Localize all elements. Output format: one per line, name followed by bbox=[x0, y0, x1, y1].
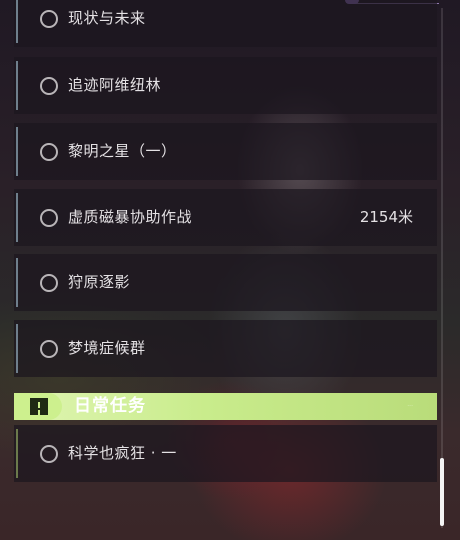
quest-accent-bar bbox=[16, 193, 18, 242]
quest-title: 现状与未来 bbox=[68, 9, 146, 27]
quest-title: 黎明之星（一） bbox=[68, 142, 177, 160]
quest-accent-bar bbox=[16, 61, 18, 110]
quest-status-ring-icon bbox=[40, 9, 58, 28]
scrollbar-track[interactable] bbox=[441, 8, 443, 528]
quest-distance: 2154米 bbox=[359, 208, 413, 226]
section-icon-tab bbox=[14, 393, 62, 420]
quest-item[interactable]: 科学也疯狂 · 一 bbox=[14, 425, 437, 482]
quest-title: 追迹阿维纽林 bbox=[68, 76, 162, 94]
quest-title: 科学也疯狂 · 一 bbox=[68, 444, 177, 462]
quest-item[interactable]: 黎明之星（一） bbox=[14, 123, 437, 180]
quest-status-ring-icon bbox=[40, 142, 58, 161]
quest-status-ring-icon bbox=[40, 273, 58, 292]
quest-accent-bar bbox=[16, 127, 18, 176]
section-faint-caption: ··· bbox=[407, 403, 413, 410]
quest-item[interactable]: 虚质磁暴协助作战 2154米 bbox=[14, 189, 437, 246]
alert-square-icon bbox=[30, 398, 48, 415]
quest-item[interactable]: 梦境症候群 bbox=[14, 320, 437, 377]
quest-accent-bar bbox=[16, 429, 18, 478]
quest-status-ring-icon bbox=[40, 76, 58, 95]
quest-item[interactable]: 狩原逐影 bbox=[14, 254, 437, 311]
quest-title: 狩原逐影 bbox=[68, 273, 131, 291]
quest-title: 虚质磁暴协助作战 bbox=[68, 208, 193, 226]
quest-accent-bar bbox=[16, 258, 18, 307]
section-title: 日常任务 bbox=[74, 396, 146, 416]
quest-accent-bar bbox=[16, 324, 18, 373]
daily-quests-header[interactable]: 日常任务 ··· bbox=[14, 393, 437, 420]
quest-status-ring-icon bbox=[40, 339, 58, 358]
quest-item[interactable]: 现状与未来 bbox=[14, 0, 437, 47]
quest-status-ring-icon bbox=[40, 444, 58, 463]
quest-item[interactable]: 追迹阿维纽林 bbox=[14, 57, 437, 114]
quest-status-ring-icon bbox=[40, 208, 58, 227]
quest-accent-bar bbox=[16, 0, 18, 43]
quest-title: 梦境症候群 bbox=[68, 339, 146, 357]
scrollbar-thumb[interactable] bbox=[440, 458, 444, 526]
